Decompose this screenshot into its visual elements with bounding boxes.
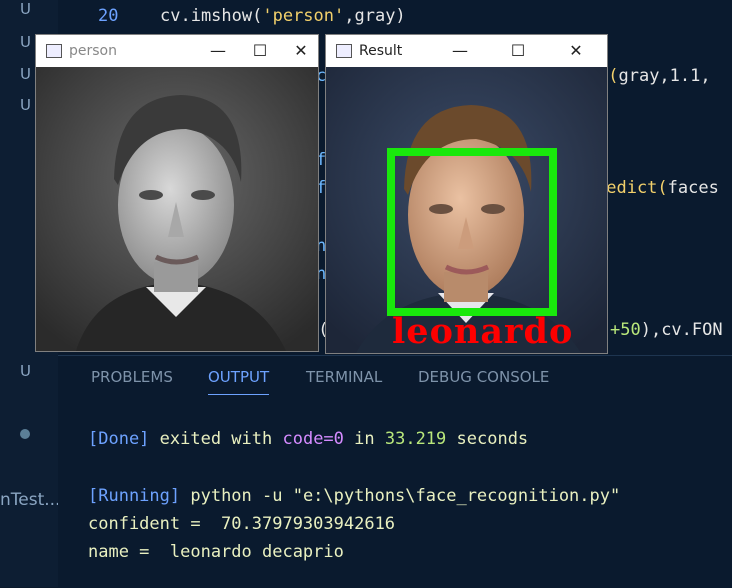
tab-output[interactable]: OUTPUT <box>208 368 270 395</box>
recognized-name-label: leonardo <box>392 311 574 352</box>
window-app-icon <box>46 44 62 58</box>
result-image: leonardo <box>326 67 607 353</box>
git-status-marker: U <box>20 33 31 51</box>
output-line-name: name = leonardo decaprio <box>88 542 344 562</box>
result-window[interactable]: Result — ☐ ✕ leonardo <box>326 35 607 353</box>
file-label[interactable]: nTest... <box>0 490 60 510</box>
code-fragment: redict(faces <box>596 178 719 198</box>
git-status-marker: U <box>20 96 31 114</box>
output-line-running: [Running] python -u "e:\pythons\face_rec… <box>88 486 621 506</box>
result-titlebar[interactable]: Result — ☐ ✕ <box>326 35 607 67</box>
person-titlebar[interactable]: person — ☐ ✕ <box>36 35 318 67</box>
tab-terminal[interactable]: TERMINAL <box>306 368 382 386</box>
modified-dot-icon <box>20 429 30 439</box>
person-image <box>36 67 318 351</box>
window-title: Result <box>359 43 403 59</box>
output-line-confident: confident = 70.37979303942616 <box>88 514 396 534</box>
close-button[interactable]: ✕ <box>560 39 592 63</box>
line-number: 20 <box>98 6 119 26</box>
code-fragment: +50),cv.FON <box>610 320 723 340</box>
window-app-icon <box>336 44 352 58</box>
output-panel: PROBLEMS OUTPUT TERMINAL DEBUG CONSOLE [… <box>58 355 732 588</box>
tab-problems[interactable]: PROBLEMS <box>91 368 173 386</box>
code-fragment: e(gray,1.1, <box>598 66 711 86</box>
maximize-button[interactable]: ☐ <box>502 39 534 63</box>
minimize-button[interactable]: — <box>444 39 476 63</box>
window-title: person <box>69 43 117 59</box>
portrait-grayscale-image <box>36 67 318 351</box>
tab-debug-console[interactable]: DEBUG CONSOLE <box>418 368 549 386</box>
maximize-button[interactable]: ☐ <box>244 39 276 63</box>
person-window[interactable]: person — ☐ ✕ <box>36 35 318 351</box>
code-line-20: cv.imshow('person',gray) <box>160 6 406 26</box>
output-line-done: [Done] exited with code=0 in 33.219 seco… <box>88 429 529 449</box>
git-status-marker: U <box>20 362 31 380</box>
minimize-button[interactable]: — <box>202 39 234 63</box>
close-button[interactable]: ✕ <box>285 39 317 63</box>
git-status-marker: U <box>20 65 31 83</box>
git-status-marker: U <box>20 0 31 18</box>
